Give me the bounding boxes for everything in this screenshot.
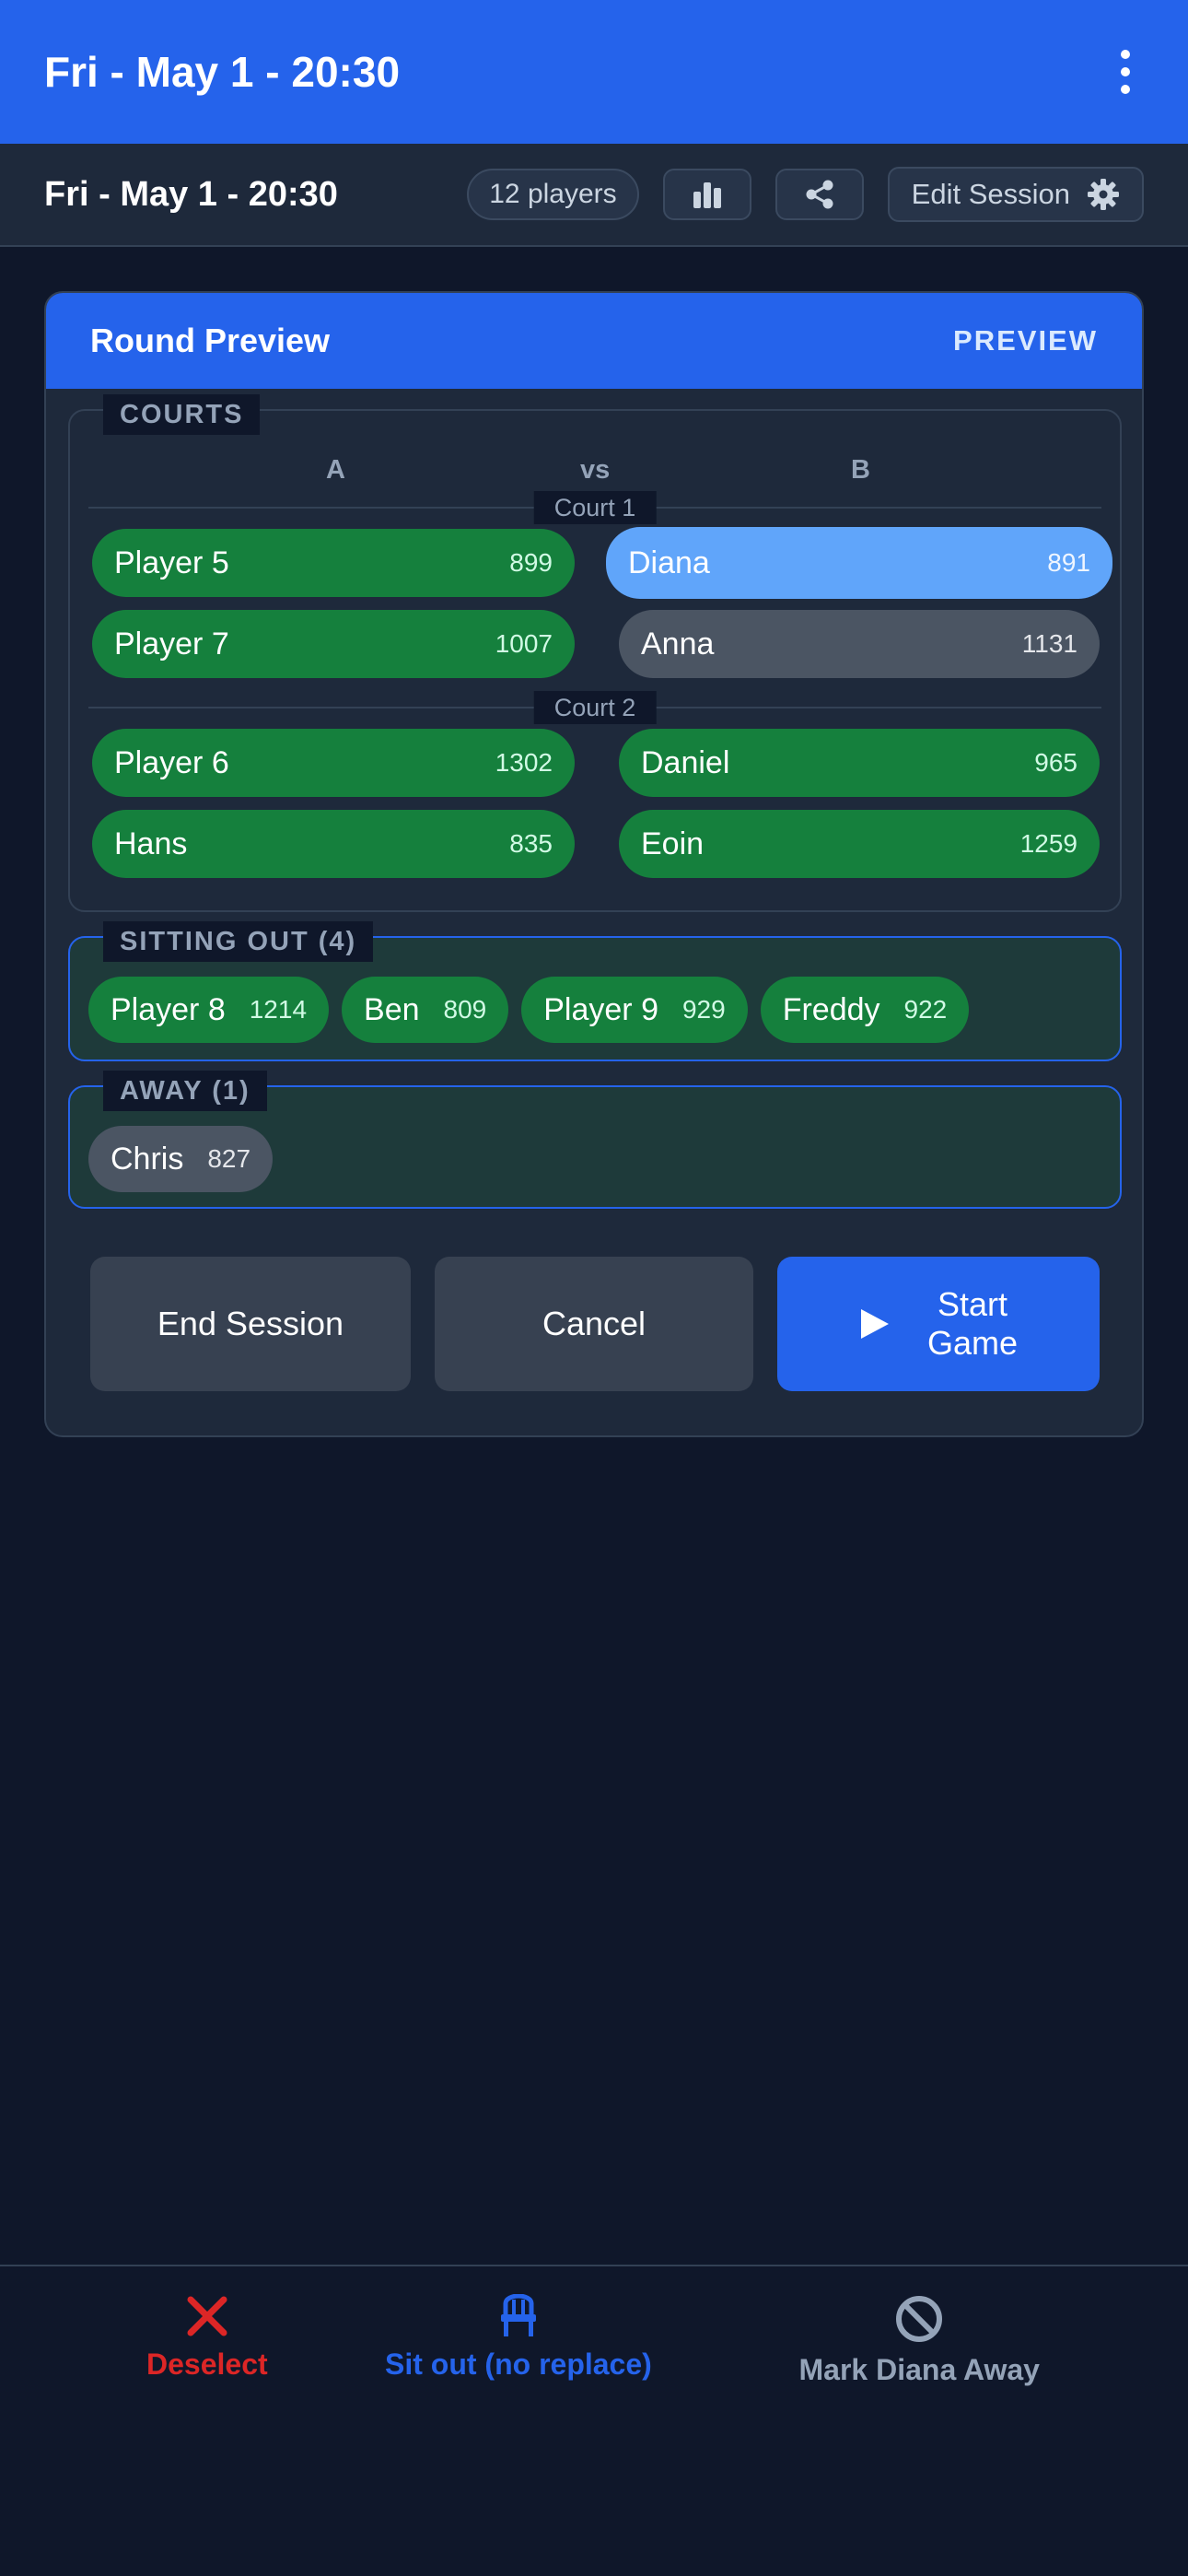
gear-icon [1088,179,1119,210]
court-2-label: Court 2 [533,691,657,724]
player-name: Diana [628,544,710,580]
player-chip[interactable]: Daniel 965 [619,729,1100,797]
player-chip[interactable]: Eoin 1259 [619,810,1100,878]
away-legend: AWAY (1) [103,1071,267,1111]
courts-legend: COURTS [103,394,261,435]
start-game-label-line1: Start [937,1285,1007,1323]
player-chip[interactable]: Ben 809 [342,977,509,1043]
player-chip[interactable]: Hans 835 [92,810,575,878]
player-rating: 1214 [249,995,308,1024]
team-b-header: B [851,455,870,485]
share-button[interactable] [775,169,864,220]
player-rating: 835 [509,829,553,858]
app-bar: Fri - May 1 - 20:30 [0,0,1188,144]
stats-button[interactable] [662,169,751,220]
player-chip[interactable]: Freddy 922 [760,977,970,1043]
round-preview-card: Round Preview PREVIEW COURTS A vs B Cour… [44,291,1144,1437]
start-game-label: Start Game [927,1285,1018,1363]
mark-away-button[interactable]: Mark Diana Away [799,2294,1040,2387]
player-name: Freddy [782,991,880,1027]
team-a-header: A [326,455,345,485]
player-chip[interactable]: Chris 827 [88,1126,274,1192]
bar-chart-icon [693,182,721,208]
player-name: Player 8 [111,991,226,1027]
player-rating: 965 [1034,748,1077,777]
player-rating: 929 [681,995,726,1024]
player-name: Chris [111,1141,184,1177]
player-name: Player 9 [543,991,658,1027]
mark-away-label: Mark Diana Away [798,2353,1040,2386]
player-name: Anna [641,626,715,662]
deselect-button[interactable]: Deselect [146,2294,268,2382]
edit-session-label: Edit Session [911,178,1070,210]
court-1-label: Court 1 [533,491,657,524]
player-chip[interactable]: Anna 1131 [619,610,1100,678]
player-name: Hans [114,825,188,861]
player-rating: 1131 [1021,629,1077,658]
play-icon [860,1309,889,1339]
preview-badge: PREVIEW [953,324,1098,357]
end-session-label: End Session [157,1305,344,1342]
player-rating: 891 [1047,548,1090,577]
sit-out-button[interactable]: Sit out (no replace) [385,2294,652,2382]
sitting-out-legend: SITTING OUT (4) [103,921,374,962]
edit-session-button[interactable]: Edit Session [887,167,1144,222]
vs-label: vs [580,455,611,485]
player-rating: 1302 [495,748,553,777]
away-list: Chris 827 [88,1126,274,1192]
block-icon [896,2296,943,2342]
selection-action-bar: Deselect Sit out (no replace) Mark Diana… [0,2265,1188,2576]
player-chip[interactable]: Player 7 1007 [92,610,575,678]
more-options-icon[interactable] [1107,44,1144,100]
round-preview-header: Round Preview PREVIEW [46,293,1142,389]
round-preview-title: Round Preview [90,322,331,359]
players-count-badge[interactable]: 12 players [467,169,639,220]
start-game-label-line2: Game [926,1324,1019,1362]
courts-section: COURTS A vs B Court 1 Player 5 899 Diana… [68,394,1122,912]
session-header: Fri - May 1 - 20:30 12 players Edit Sess… [0,144,1188,247]
player-chip[interactable]: Player 6 1302 [92,729,575,797]
player-rating: 899 [509,548,553,577]
player-rating: 922 [903,995,948,1024]
session-title: Fri - May 1 - 20:30 [44,174,338,214]
player-name: Eoin [641,825,705,861]
sit-out-label: Sit out (no replace) [385,2348,652,2381]
player-name: Player 5 [114,544,229,580]
sitting-out-section: SITTING OUT (4) Player 8 1214 Ben 809 Pl… [68,921,1122,1061]
end-session-button[interactable]: End Session [90,1257,411,1391]
player-name: Ben [364,991,420,1027]
player-chip[interactable]: Player 5 899 [92,529,575,597]
player-rating: 827 [207,1144,251,1173]
deselect-label: Deselect [146,2348,268,2381]
start-game-button[interactable]: Start Game [777,1257,1100,1391]
app-title: Fri - May 1 - 20:30 [44,48,401,96]
close-icon [187,2296,227,2336]
player-chip-selected[interactable]: Diana 891 [606,527,1112,599]
cancel-label: Cancel [542,1305,646,1342]
sitting-out-list: Player 8 1214 Ben 809 Player 9 929 Fredd… [88,977,970,1043]
chair-icon [500,2294,536,2336]
player-name: Daniel [641,744,730,780]
share-icon [806,180,833,209]
player-chip[interactable]: Player 9 929 [521,977,748,1043]
away-section: AWAY (1) Chris 827 [68,1071,1122,1209]
player-rating: 1259 [1019,829,1077,858]
player-chip[interactable]: Player 8 1214 [88,977,330,1043]
player-rating: 1007 [495,629,553,658]
player-name: Player 7 [114,626,229,662]
cancel-button[interactable]: Cancel [435,1257,753,1391]
player-name: Player 6 [114,744,229,780]
player-rating: 809 [443,995,487,1024]
